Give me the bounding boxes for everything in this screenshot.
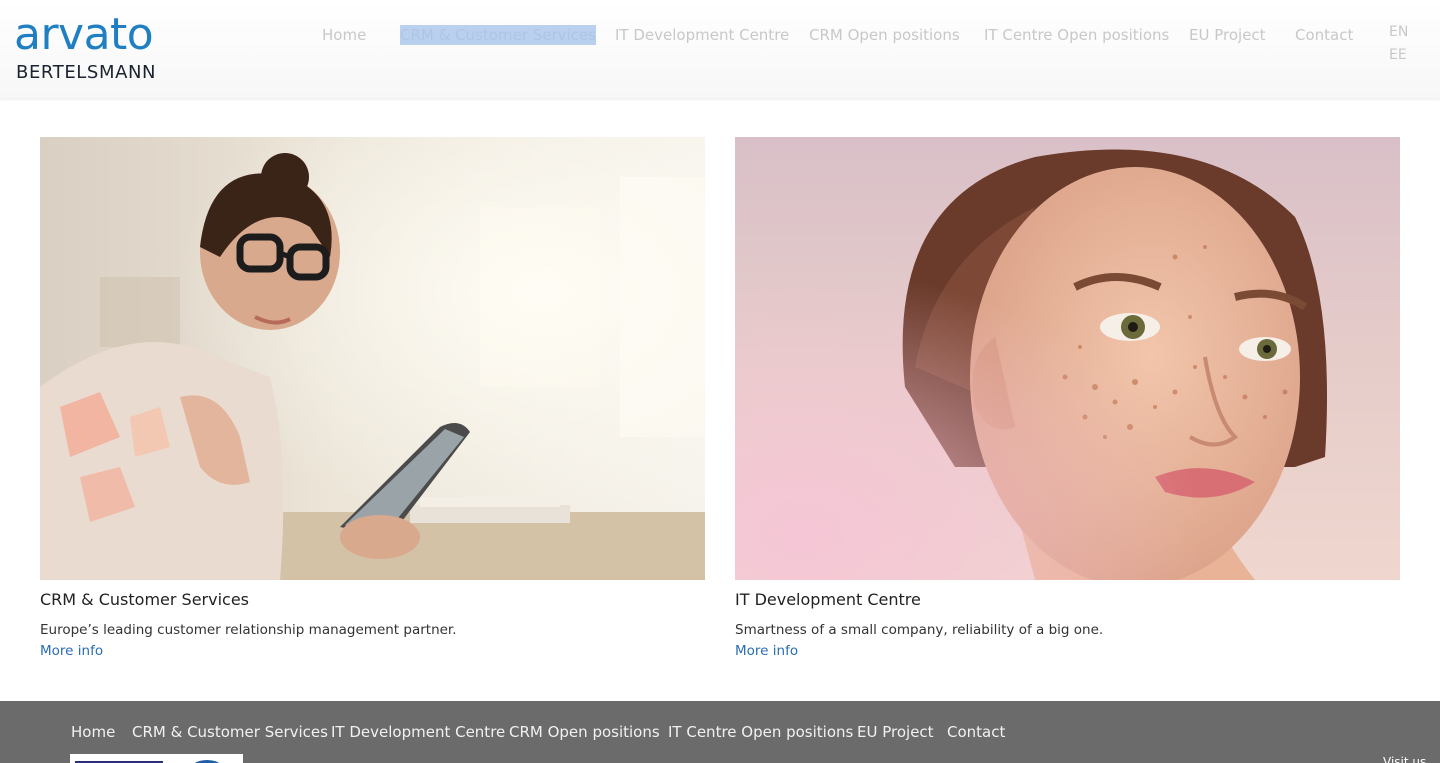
crm-photo[interactable]	[40, 137, 705, 580]
footer-crm-open-positions[interactable]: CRM Open positions	[509, 722, 660, 742]
it-card: IT Development Centre Smartness of a sma…	[735, 137, 1400, 659]
crm-card-description: Europe’s leading customer relationship m…	[40, 622, 457, 638]
nav-contact[interactable]: Contact	[1295, 25, 1353, 45]
it-card-title: IT Development Centre	[735, 590, 921, 609]
crm-card: CRM & Customer Services Europe’s leading…	[40, 137, 705, 659]
footer-home[interactable]: Home	[71, 722, 115, 742]
eu-funding-logo	[70, 754, 243, 763]
nav-it-centre-open-positions[interactable]: IT Centre Open positions	[984, 25, 1169, 45]
nav-crm-customer-services[interactable]: CRM & Customer Services	[400, 25, 596, 45]
lang-en[interactable]: EN	[1389, 21, 1408, 44]
it-more-info-link[interactable]: More info	[735, 642, 798, 660]
footer-it-centre-open-positions[interactable]: IT Centre Open positions	[668, 722, 853, 742]
nav-eu-project[interactable]: EU Project	[1189, 25, 1266, 45]
it-card-description: Smartness of a small company, reliabilit…	[735, 622, 1104, 638]
nav-home[interactable]: Home	[322, 25, 366, 45]
footer-crm-customer-services[interactable]: CRM & Customer Services	[132, 722, 328, 742]
language-switcher: EN EE	[1389, 21, 1408, 67]
footer-contact[interactable]: Contact	[947, 722, 1005, 742]
woman-with-tablet-image	[40, 137, 705, 580]
visit-us-text[interactable]: Visit us	[1383, 755, 1426, 763]
site-footer: Home CRM & Customer Services IT Developm…	[0, 701, 1440, 763]
footer-it-development-centre[interactable]: IT Development Centre	[331, 722, 505, 742]
crm-more-info-link[interactable]: More info	[40, 642, 103, 660]
nav-it-development-centre[interactable]: IT Development Centre	[615, 25, 789, 45]
crm-card-title: CRM & Customer Services	[40, 590, 250, 609]
site-header: arvato BERTELSMANN Home CRM & Customer S…	[0, 0, 1440, 98]
it-photo[interactable]	[735, 137, 1400, 580]
freckled-woman-portrait-image	[735, 137, 1400, 580]
lang-ee[interactable]: EE	[1389, 44, 1408, 67]
main-nav: Home CRM & Customer Services IT Developm…	[0, 0, 1440, 70]
nav-crm-open-positions[interactable]: CRM Open positions	[809, 25, 960, 45]
footer-eu-project[interactable]: EU Project	[857, 722, 934, 742]
